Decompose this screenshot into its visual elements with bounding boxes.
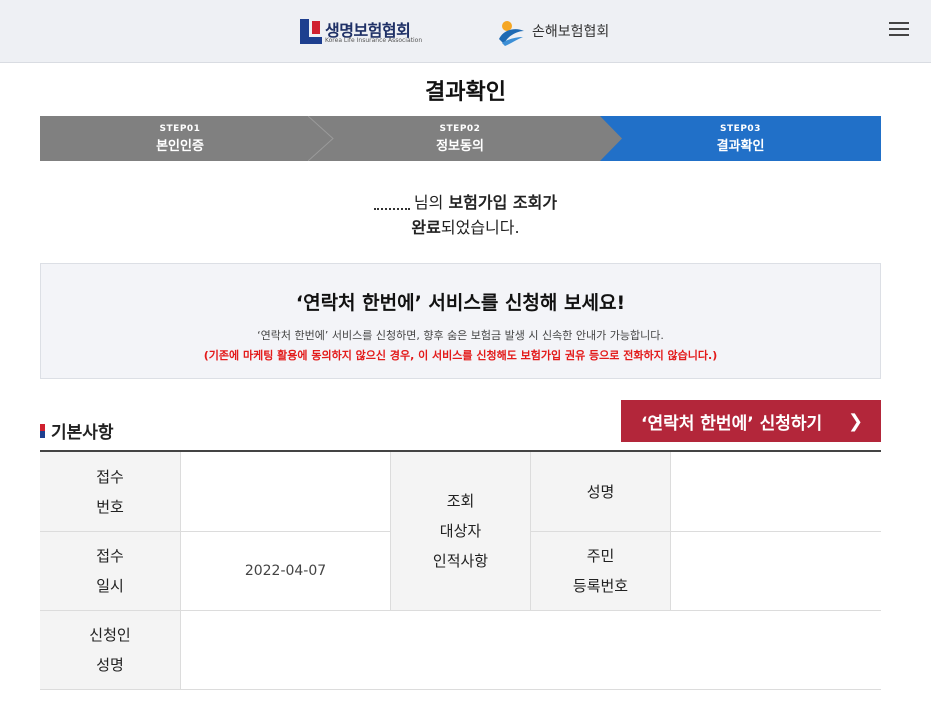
section-title-basic: 기본사항 (40, 418, 114, 443)
result-line2-bold: 완료 (411, 218, 441, 237)
applicant-name-value (180, 611, 881, 690)
step-3: STEP03 결과확인 (600, 116, 881, 161)
name-value (670, 452, 881, 532)
klia-logo-subtitle: Korea Life Insurance Association (325, 37, 423, 44)
step-3-name: 결과확인 (716, 139, 765, 154)
step-divider-2-icon (592, 116, 622, 161)
step-2-name: 정보동의 (436, 139, 484, 154)
name-label: 성명 (530, 452, 670, 532)
knia-logo-mark-icon (499, 21, 524, 46)
result-line2-rest: 되었습니다. (440, 218, 520, 237)
result-suffix: 님의 (413, 193, 444, 212)
subject-info-label: 조회 대상자 인적사항 (390, 452, 530, 611)
step-progress: STEP01 본인인증 STEP02 정보동의 STEP03 결과확인 (40, 116, 881, 161)
chevron-right-icon: ❯ (848, 411, 864, 432)
applicant-name-label: 신청인 성명 (40, 611, 180, 690)
hamburger-menu-icon[interactable] (889, 22, 913, 42)
apply-contact-service-button[interactable]: ‘연락처 한번에’ 신청하기 ❯ (621, 400, 881, 442)
knia-logo-name: 손해보험협회 (532, 24, 610, 40)
result-message: 님의 보험가입 조회가 완료되었습니다. (0, 190, 931, 240)
step-2: STEP02 정보동의 (320, 116, 600, 161)
rrn-label: 주민 등록번호 (530, 532, 670, 611)
step-2-label: STEP02 (439, 124, 481, 134)
section-bullet-icon (40, 423, 45, 438)
promo-warning: (기존에 마케팅 활용에 동의하지 않으신 경우, 이 서비스를 신청해도 보험… (203, 349, 718, 362)
top-header: 생명보험협회 Korea Life Insurance Association … (0, 0, 931, 63)
promo-title: ‘연락처 한번에’ 서비스를 신청해 보세요! (295, 292, 626, 314)
step-divider-1-icon (308, 116, 334, 161)
receipt-no-label: 접수 번호 (40, 452, 180, 532)
contact-service-promo: ‘연락처 한번에’ 서비스를 신청해 보세요! ‘연락처 한번에’ 서비스를 신… (40, 263, 881, 379)
section-title-text: 기본사항 (51, 423, 114, 443)
step-1-name: 본인인증 (156, 139, 204, 154)
result-line1-bold: 보험가입 조회가 (448, 193, 558, 212)
basic-info-table: 접수 번호 접수 일시 2022-04-07 조회 대상자 인적사항 성명 주민 등록번호… (40, 450, 881, 690)
rrn-value (670, 532, 881, 611)
page-title: 결과확인 (425, 80, 506, 105)
receipt-date-label: 접수 일시 (40, 532, 180, 611)
step-1-label: STEP01 (159, 124, 201, 134)
klia-logo-mark-icon (300, 19, 322, 44)
receipt-no-value (180, 452, 390, 532)
step-3-label: STEP03 (720, 124, 761, 134)
promo-description: ‘연락처 한번에’ 서비스를 신청하면, 향후 숨은 보험금 발생 시 신속한 … (257, 329, 664, 342)
receipt-date-value: 2022-04-07 (180, 532, 390, 611)
step-1: STEP01 본인인증 (40, 116, 320, 161)
apply-button-label: ‘연락처 한번에’ 신청하기 (641, 413, 823, 434)
masked-user-name (373, 198, 410, 210)
